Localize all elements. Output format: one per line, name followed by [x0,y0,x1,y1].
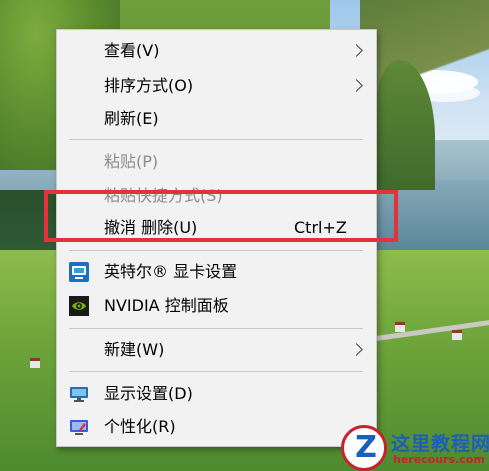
chevron-right-icon [350,343,363,356]
chevron-right-icon [350,79,363,92]
watermark-url: herecours.com [393,453,485,466]
menu-item-new[interactable]: 新建(W) [57,333,376,367]
watermark: Z 这里教程网 herecours.com [341,425,489,471]
menu-separator [69,250,363,251]
watermark-logo: Z [341,425,387,471]
menu-item-paste[interactable]: 粘贴(P) [57,145,376,179]
wallpaper-house [395,322,405,332]
annotation-highlight-box [44,190,398,242]
personalize-icon [70,420,88,435]
menu-item-label: 英特尔® 显卡设置 [104,262,238,281]
menu-item-label: 个性化(R) [104,417,176,436]
menu-item-label: NVIDIA 控制面板 [104,296,229,315]
menu-separator [69,139,363,140]
menu-item-label: 显示设置(D) [104,384,193,403]
menu-item-refresh[interactable]: 刷新(E) [57,102,376,136]
chevron-right-icon [350,44,363,57]
menu-item-label: 排序方式(O) [104,76,194,95]
watermark-logo-letter: Z [355,430,377,465]
menu-item-label: 查看(V) [104,41,160,60]
menu-item-label: 新建(W) [104,340,165,359]
intel-graphics-icon [69,262,89,282]
menu-item-display-settings[interactable]: 显示设置(D) [57,377,376,411]
menu-item-view[interactable]: 查看(V) [57,34,376,68]
menu-item-nvidia-control-panel[interactable]: NVIDIA 控制面板 [57,289,376,323]
menu-separator [69,328,363,329]
wallpaper-house [452,330,462,340]
wallpaper-house [30,358,40,368]
menu-item-label: 粘贴(P) [104,152,159,171]
menu-item-label: 刷新(E) [104,109,159,128]
menu-separator [69,371,363,372]
menu-item-intel-graphics[interactable]: 英特尔® 显卡设置 [57,255,376,289]
watermark-title: 这里教程网 [391,433,489,455]
menu-item-sort-by[interactable]: 排序方式(O) [57,69,376,103]
menu-item-personalize[interactable]: 个性化(R) [57,410,376,444]
display-settings-icon [70,387,88,402]
nvidia-icon [69,296,89,316]
